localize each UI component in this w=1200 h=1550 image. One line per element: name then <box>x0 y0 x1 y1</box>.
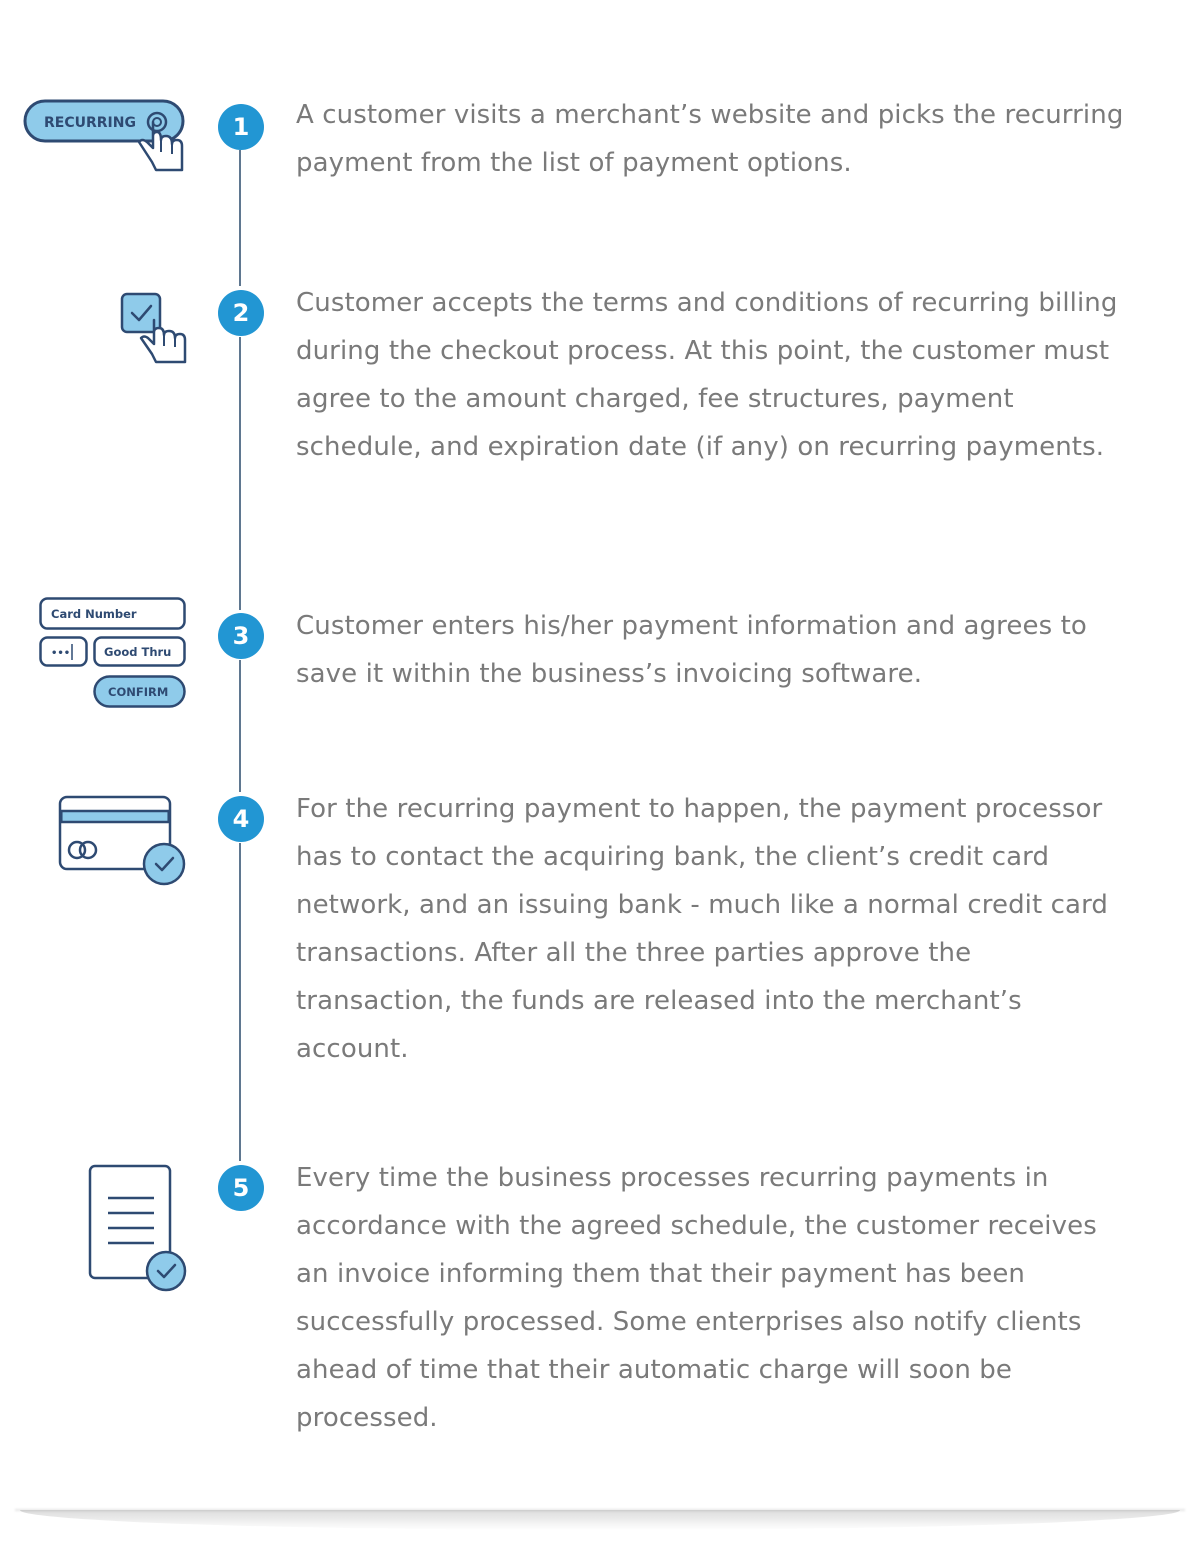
step-5-badge: 5 <box>218 1165 264 1211</box>
step-3-badge: 3 <box>218 613 264 659</box>
timeline-connector-3-4 <box>239 660 241 792</box>
card-number-label: Card Number <box>51 607 137 621</box>
confirm-label: CONFIRM <box>108 685 168 699</box>
step-3-text: Customer enters his/her payment informat… <box>296 611 1087 689</box>
recurring-label: RECURRING <box>44 115 136 131</box>
credit-card-check-icon <box>58 795 186 886</box>
timeline-connector-2-3 <box>239 337 241 610</box>
timeline-connector-1-2 <box>239 150 241 286</box>
payment-form-icon: Card Number ••• Good Thru CONFIRM <box>39 597 186 708</box>
step-1-text: A customer visits a merchant’s website a… <box>296 100 1124 178</box>
recurring-button-click-icon: RECURRING <box>23 99 185 172</box>
step-5-text: Every time the business processes recurr… <box>296 1163 1097 1433</box>
cvv-value: ••• <box>51 648 70 659</box>
step-4-text: For the recurring payment to happen, the… <box>296 794 1109 1064</box>
step-2-text: Customer accepts the terms and condition… <box>296 288 1118 462</box>
bottom-shadow <box>20 1510 1180 1530</box>
step-1-badge: 1 <box>218 104 264 150</box>
timeline-connector-4-5 <box>239 843 241 1161</box>
invoice-check-icon <box>88 1164 187 1292</box>
step-2-badge: 2 <box>218 290 264 336</box>
checkbox-click-icon <box>120 292 187 364</box>
good-thru-label: Good Thru <box>104 645 171 659</box>
step-4-badge: 4 <box>218 796 264 842</box>
